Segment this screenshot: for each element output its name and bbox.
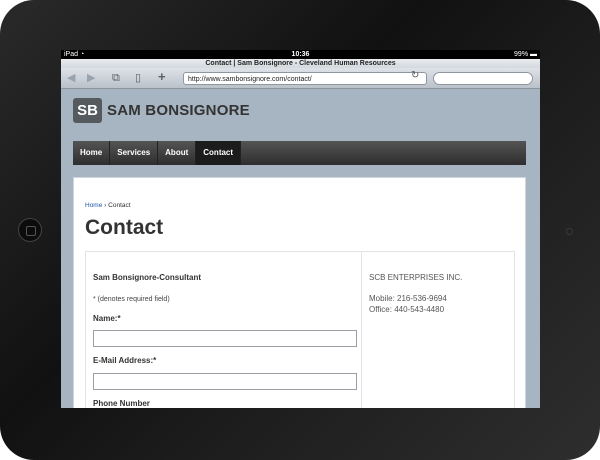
breadcrumb: Home › Contact [85,202,131,209]
clock: 10:36 [291,51,310,58]
forward-arrow-icon[interactable]: ▶ [87,71,95,85]
battery-icon: ▬ [530,51,537,58]
required-note: * (denotes required field) [93,296,170,303]
logo-mark[interactable]: SB [73,98,102,123]
content-panel: Home › Contact Contact Sam Bonsignore-Co… [73,177,526,408]
email-label: E-Mail Address:* [93,356,157,365]
breadcrumb-current: Contact [108,202,131,209]
browser-toolbar: ◀ ▶ ⧉ ▯ + http://www.sambonsignore.com/c… [61,68,540,89]
name-input[interactable] [93,330,357,347]
nav-item-contact[interactable]: Contact [196,141,242,165]
reload-icon[interactable]: ↻ [411,70,419,81]
column-divider [361,252,362,408]
pages-icon[interactable]: ⧉ [112,71,120,85]
mobile-number: Mobile: 216-536-9694 [369,294,447,303]
name-label: Name:* [93,314,121,323]
browser-title-bar: Contact | Sam Bonsignore - Cleveland Hum… [61,59,540,68]
nav-item-services[interactable]: Services [110,141,159,165]
status-bar: iPad ◔ 10:36 99% ▬ [61,50,540,59]
add-bookmark-icon[interactable]: + [158,70,166,84]
contact-form-box: Sam Bonsignore-Consultant * (denotes req… [85,251,515,408]
address-bar[interactable]: http://www.sambonsignore.com/contact/ [183,72,427,85]
page-title: Contact [85,216,164,239]
form-heading: Sam Bonsignore-Consultant [93,273,202,282]
breadcrumb-separator: › [104,202,107,209]
logo-text[interactable]: SAM BONSIGNORE [107,102,250,119]
home-button[interactable] [18,218,42,242]
bookmarks-icon[interactable]: ▯ [135,71,141,85]
screen: iPad ◔ 10:36 99% ▬ Contact | Sam Bonsign… [61,50,540,408]
breadcrumb-home-link[interactable]: Home [85,202,102,209]
main-nav: Home Services About Contact [73,141,526,165]
phone-label: Phone Number [93,399,150,408]
nav-item-about[interactable]: About [158,141,197,165]
nav-item-home[interactable]: Home [73,141,111,165]
search-field[interactable] [433,72,533,85]
ipad-frame: iPad ◔ 10:36 99% ▬ Contact | Sam Bonsign… [0,0,600,460]
company-name: SCB ENTERPRISES INC. [369,273,463,282]
camera-icon [566,228,573,235]
battery-indicator: 99% ▬ [514,51,537,58]
back-arrow-icon[interactable]: ◀ [67,71,75,85]
email-input[interactable] [93,373,357,390]
office-number: Office: 440-543-4480 [369,305,445,314]
